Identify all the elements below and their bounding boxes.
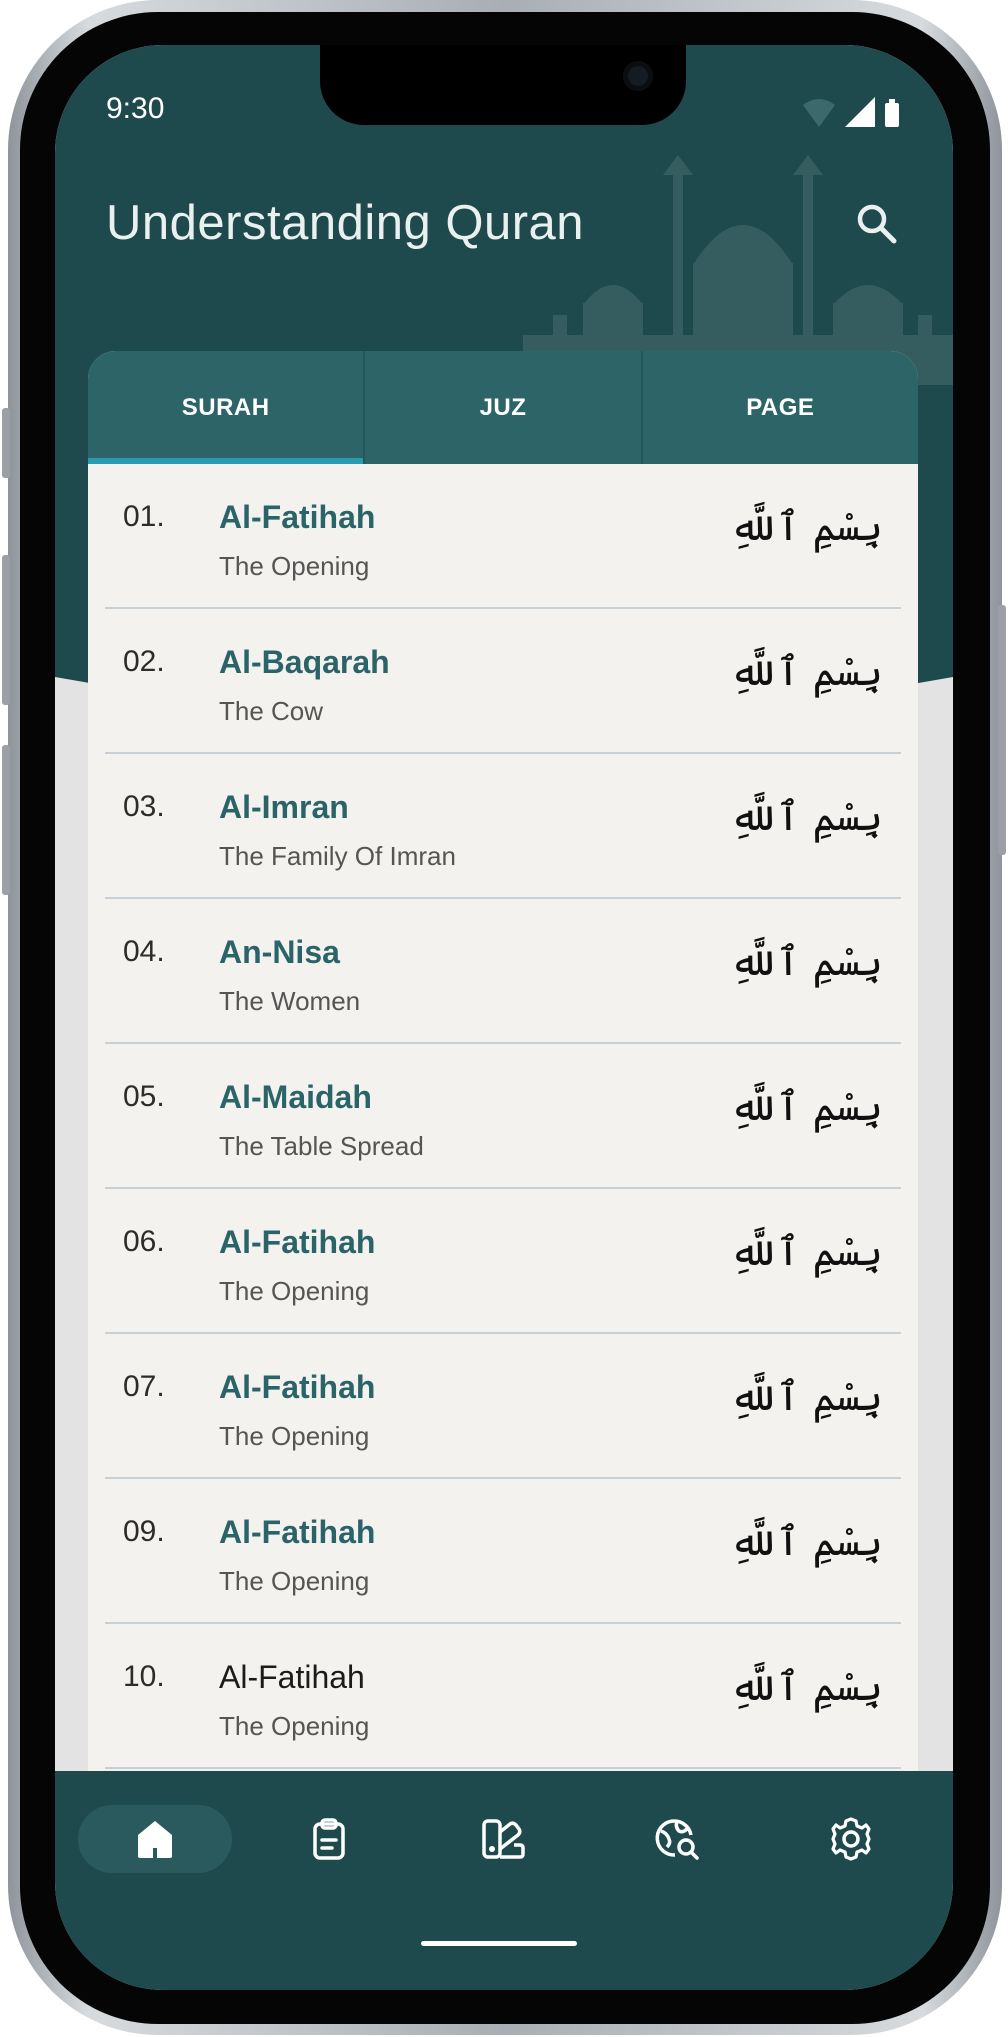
surah-meaning: The Women	[219, 986, 361, 1016]
surah-number: 03.	[123, 790, 165, 823]
surah-arabic-text: بِسْمِ ٱللَّهِ	[729, 794, 883, 840]
status-icons	[801, 95, 901, 136]
surah-row[interactable]: 03. Al-Imran The Family Of Imran بِسْمِ …	[105, 754, 901, 899]
surah-number: 06.	[123, 1225, 165, 1258]
volume-up-button	[2, 555, 10, 705]
surah-row[interactable]: 09. Al-Fatihah The Opening بِسْمِ ٱللَّه…	[105, 1479, 901, 1624]
surah-arabic-text: بِسْمِ ٱللَّهِ	[729, 1374, 883, 1420]
front-camera	[623, 61, 653, 91]
globe-search-icon	[655, 1819, 699, 1860]
home-icon	[138, 1821, 172, 1858]
surah-arabic-text: بِسْمِ ٱللَّهِ	[729, 504, 883, 550]
power-button	[998, 605, 1006, 855]
surah-row[interactable]: 05. Al-Maidah The Table Spread بِسْمِ ٱل…	[105, 1044, 901, 1189]
surah-row[interactable]: 02. Al-Baqarah The Cow بِسْمِ ٱللَّهِ	[105, 609, 901, 754]
surah-row[interactable]: 06. Al-Fatihah The Opening بِسْمِ ٱللَّه…	[105, 1189, 901, 1334]
surah-name: Al-Fatihah	[219, 499, 376, 535]
mute-switch	[2, 408, 10, 478]
surah-meaning: The Opening	[219, 1421, 370, 1451]
volume-down-button	[2, 745, 10, 895]
surah-name: Al-Fatihah	[219, 1514, 376, 1550]
surah-arabic-text: بِسْمِ ٱللَّهِ	[729, 649, 883, 695]
surah-meaning: The Opening	[219, 1566, 370, 1596]
surah-meaning: The Opening	[219, 1276, 370, 1306]
surah-number: 05.	[123, 1080, 165, 1113]
settings-gear-icon	[831, 1817, 871, 1861]
surah-row[interactable]: 07. Al-Fatihah The Opening بِسْمِ ٱللَّه…	[105, 1334, 901, 1479]
nav-settings[interactable]	[774, 1805, 928, 1873]
surah-meaning: The Table Spread	[219, 1131, 424, 1161]
surah-name: Al-Maidah	[219, 1079, 372, 1115]
surah-list-card: SURAH JUZ PAGE 01. Al-Fatihah The Openin…	[88, 351, 918, 1811]
surah-meaning: The Opening	[219, 1711, 370, 1741]
surah-number: 09.	[123, 1515, 165, 1548]
wifi-icon	[803, 99, 835, 127]
surah-name: Al-Fatihah	[219, 1369, 376, 1405]
clipboard-icon	[313, 1818, 345, 1860]
surah-row[interactable]: 01. Al-Fatihah The Opening بِسْمِ ٱللَّه…	[105, 464, 901, 609]
surah-row[interactable]: 10. Al-Fatihah The Opening بِسْمِ ٱللَّه…	[105, 1624, 901, 1769]
surah-arabic-text: بِسْمِ ٱللَّهِ	[729, 939, 883, 985]
app-title: Understanding Quran	[106, 196, 585, 250]
battery-icon	[885, 103, 899, 127]
surah-number: 04.	[123, 935, 165, 968]
surah-number: 01.	[123, 500, 165, 533]
nav-home[interactable]	[78, 1805, 232, 1873]
surah-number: 02.	[123, 645, 165, 678]
search-icon	[857, 204, 897, 244]
tab-page[interactable]: PAGE	[643, 351, 918, 464]
app-screen: 9:30 Understanding Quran SURAH JUZ PAGE …	[55, 45, 953, 1990]
tab-juz[interactable]: JUZ	[365, 351, 643, 464]
surah-row[interactable]: 04. An-Nisa The Women بِسْمِ ٱللَّهِ	[105, 899, 901, 1044]
surah-name: Al-Baqarah	[219, 644, 390, 680]
tab-bar: SURAH JUZ PAGE	[88, 351, 918, 464]
surah-number: 07.	[123, 1370, 165, 1403]
bottom-navigation	[55, 1771, 953, 1990]
surah-arabic-text: بِسْمِ ٱللَّهِ	[729, 1084, 883, 1130]
surah-name: Al-Fatihah	[219, 1224, 376, 1260]
search-button[interactable]	[853, 200, 901, 248]
surah-arabic-text: بِسْمِ ٱللَّهِ	[729, 1229, 883, 1275]
home-indicator	[421, 1941, 577, 1946]
status-time: 9:30	[106, 92, 165, 125]
surah-name: An-Nisa	[219, 934, 340, 970]
notch	[320, 45, 686, 125]
nav-notes[interactable]	[252, 1805, 406, 1873]
surah-list: 01. Al-Fatihah The Opening بِسْمِ ٱللَّه…	[88, 464, 918, 1769]
tab-surah[interactable]: SURAH	[88, 351, 366, 464]
swatch-book-icon	[482, 1819, 525, 1859]
surah-arabic-text: بِسْمِ ٱللَّهِ	[729, 1664, 883, 1710]
surah-meaning: The Opening	[219, 551, 370, 581]
surah-number: 10.	[123, 1660, 165, 1693]
nav-explore[interactable]	[600, 1805, 754, 1873]
surah-meaning: The Family Of Imran	[219, 841, 456, 871]
surah-name: Al-Imran	[219, 789, 349, 825]
signal-icon	[845, 97, 875, 127]
surah-arabic-text: بِسْمِ ٱللَّهِ	[729, 1519, 883, 1565]
surah-meaning: The Cow	[219, 696, 324, 726]
surah-name: Al-Fatihah	[219, 1659, 365, 1695]
nav-themes[interactable]	[426, 1805, 580, 1873]
